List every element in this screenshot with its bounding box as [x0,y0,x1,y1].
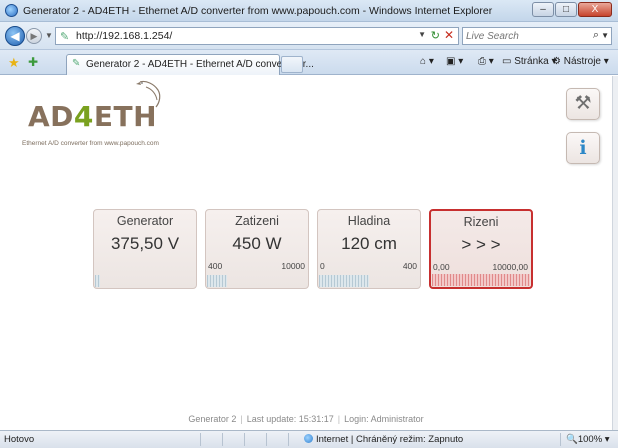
range-min: 0,00 [433,262,450,272]
tools-menu[interactable]: ⚙ Nástroje ▾ [552,56,609,67]
forward-button[interactable]: ▶ [26,28,42,44]
favorites-star-icon[interactable]: ★ [8,55,20,71]
feeds-icon[interactable]: ▣ ▾ [446,56,463,67]
channel-level-bar [432,274,530,286]
logo-text-ad: AD [28,100,74,133]
status-divider [222,433,223,446]
minimize-button[interactable]: – [532,2,554,17]
range-max: 10000 [281,261,305,271]
footer-last-update: Last update: 15:31:17 [246,414,334,424]
tools-icon: ⚒ [574,93,592,114]
search-dropdown-icon[interactable]: ▼ [601,31,609,40]
channel-level-fill [432,274,530,286]
status-divider [244,433,245,446]
stop-icon[interactable]: ✕ [444,28,454,42]
range-max: 10000,00 [492,262,528,272]
logo-text-4: 4 [73,100,94,133]
channel-value: 450 W [232,234,282,253]
history-dropdown-icon[interactable]: ▼ [45,31,53,40]
settings-button[interactable]: ⚒ [566,88,600,120]
channel-name: Rizeni [463,215,499,229]
home-icon[interactable]: ⌂ ▾ [420,56,434,67]
back-button[interactable]: ◀ [5,26,25,46]
channel-level-bar [95,275,195,287]
search-icon[interactable]: ⌕ [593,29,599,42]
status-divider [560,433,561,446]
ie-logo-icon [5,4,18,17]
page-icon: ✎ [60,31,70,43]
channel-card-rizeni[interactable]: Rizeni > > > 0,00 10000,00 [429,209,533,289]
tab-toolbar: ★ ✚ ✎ Generator 2 - AD4ETH - Ethernet A/… [0,50,618,75]
security-zone[interactable]: Internet | Chráněný režim: Zapnuto [304,434,463,445]
footer-login: Login: Administrator [344,414,424,424]
channel-card-zatizeni[interactable]: Zatizeni 450 W 400 10000 [205,209,309,289]
address-toolbar: ◀ ▶ ▼ ✎ http://192.168.1.254/ ▼ ↻ ✕ ⌕ ▼ [0,22,618,50]
status-divider [266,433,267,446]
tab-label: Generator 2 - AD4ETH - Ethernet A/D conv… [86,59,314,70]
globe-icon [304,434,313,443]
info-button[interactable]: i [566,132,600,164]
zoom-icon: 🔍 [566,434,578,445]
channel-level-fill [319,275,369,287]
close-button[interactable]: X [578,2,612,17]
window-controls: – □ X [532,2,612,17]
channel-name: Generator [116,214,174,228]
channel-name: Hladina [347,214,391,228]
tools-menu-label: Nástroje [563,56,601,67]
channel-level-fill [95,275,100,287]
zoom-value: 100% [577,434,603,445]
refresh-icon[interactable]: ↻ [431,29,440,42]
url-text[interactable]: http://192.168.1.254/ [76,30,172,42]
range-min: 400 [208,261,223,271]
status-divider [200,433,201,446]
search-field[interactable]: ⌕ ▼ [462,27,612,45]
info-icon: i [579,137,587,159]
add-favorite-icon[interactable]: ✚ [28,55,38,69]
channel-card-hladina[interactable]: Hladina 120 cm 0 400 [317,209,421,289]
print-icon[interactable]: ⎙ ▾ [478,56,494,67]
footer-separator: | [240,414,243,424]
channel-name: Zatizeni [235,214,279,228]
logo-text-eth: ETH [93,100,158,133]
security-zone-label: Internet | Chráněný režim: Zapnuto [316,434,464,445]
search-input[interactable] [466,29,586,43]
page-content: AD4ETH Ethernet A/D converter from www.p… [0,76,612,430]
status-divider [288,433,289,446]
address-field[interactable]: ✎ http://192.168.1.254/ ▼ ↻ ✕ [55,27,459,45]
range-min: 0 [320,261,325,271]
maximize-button[interactable]: □ [555,2,577,17]
ad4eth-logo: AD4ETH [28,100,157,133]
status-text: Hotovo [4,434,35,445]
page-menu-label: Stránka [514,56,549,67]
address-dropdown-icon[interactable]: ▼ [418,30,426,39]
new-tab-button[interactable] [281,56,303,73]
channel-level-bar [319,275,419,287]
range-max: 400 [402,261,417,271]
channel-value: 120 cm [341,234,397,253]
channel-level-bar [207,275,307,287]
status-bar: Hotovo Internet | Chráněný režim: Zapnut… [0,430,618,448]
tab-generator-2[interactable]: ✎ Generator 2 - AD4ETH - Ethernet A/D co… [66,54,314,75]
footer-device: Generator 2 [188,414,237,424]
logo-tagline: Ethernet A/D converter from www.papouch.… [22,140,159,147]
page-icon: ✎ [72,58,81,69]
channel-card-generator[interactable]: Generator 375,50 V [93,209,197,289]
footer-separator: | [337,414,341,424]
window-title: Generator 2 - AD4ETH - Ethernet A/D conv… [23,5,493,17]
page-footer: Generator 2 | Last update: 15:31:17 | Login:… [0,414,612,424]
channel-level-fill [207,275,227,287]
channel-value: > > > [461,235,501,254]
channel-value: 375,50 V [110,234,180,253]
page-menu[interactable]: ▭ Stránka ▾ [502,56,557,67]
zoom-level[interactable]: 🔍100% ▾ [566,434,610,445]
title-bar: Generator 2 - AD4ETH - Ethernet A/D conv… [0,0,618,22]
vertical-scrollbar[interactable] [612,76,618,430]
